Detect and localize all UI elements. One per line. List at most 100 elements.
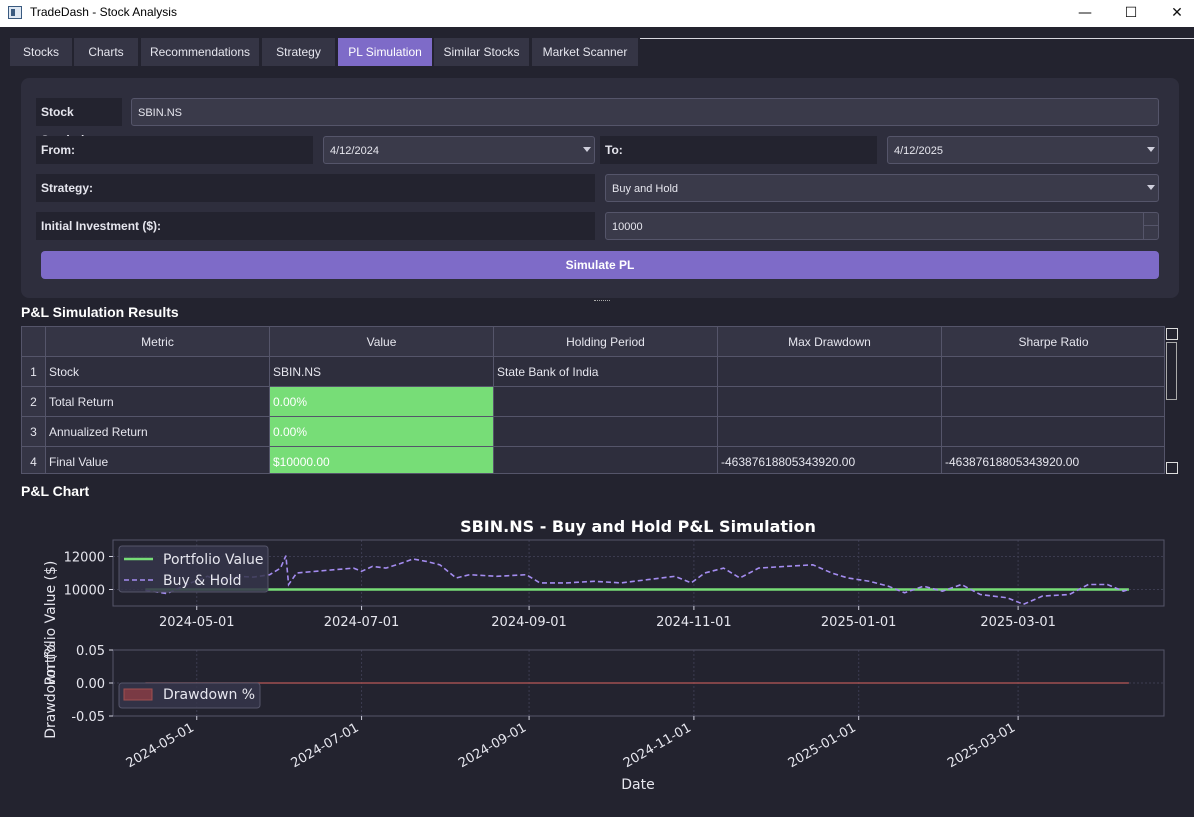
x-axis-label: Date (621, 777, 654, 793)
scroll-up-button[interactable] (1166, 328, 1178, 340)
table-cell[interactable]: Final Value (46, 447, 270, 473)
row-number[interactable]: 4 (22, 447, 46, 473)
x-tick-label: 2024-11-01 (621, 720, 694, 771)
table-cell[interactable] (494, 417, 718, 447)
chart-section-title: P&L Chart (21, 483, 90, 499)
column-header[interactable]: Value (270, 327, 494, 357)
strategy-select[interactable]: Buy and Hold (605, 174, 1159, 202)
y-tick-label: 0.05 (76, 644, 105, 659)
column-header[interactable]: Holding Period (494, 327, 718, 357)
table-cell-highlight[interactable]: 0.00% (270, 387, 494, 417)
table-cell[interactable]: Total Return (46, 387, 270, 417)
top-plot-frame (112, 539, 1165, 607)
splitter-handle[interactable] (594, 300, 610, 303)
x-tick-label: 2024-07-01 (289, 720, 362, 771)
table-cell[interactable] (942, 417, 1164, 447)
minimize-button[interactable]: — (1062, 0, 1108, 27)
x-tick-label: 2024-07-01 (324, 615, 400, 630)
corner-cell[interactable] (22, 327, 46, 357)
maximize-button[interactable]: ☐ (1108, 0, 1154, 27)
table-cell[interactable] (942, 387, 1164, 417)
y-axis-label-bottom: Drawdown (% (43, 641, 59, 739)
close-button[interactable]: ✕ (1154, 0, 1194, 27)
chevron-down-icon[interactable] (1144, 137, 1158, 163)
table-cell[interactable]: State Bank of India (494, 357, 718, 387)
x-tick-label: 2024-05-01 (159, 615, 235, 630)
symbol-input[interactable]: SBIN.NS (131, 98, 1159, 126)
from-label: From: (36, 136, 313, 164)
tab-strategy[interactable]: Strategy (262, 38, 335, 66)
row-number[interactable]: 1 (22, 357, 46, 387)
legend-portfolio-value: Portfolio Value (163, 552, 264, 568)
x-tick-label: 2024-09-01 (491, 615, 567, 630)
y-tick-label: 0.00 (76, 677, 105, 692)
y-tick-label: 12000 (64, 551, 105, 566)
tab-similar-stocks[interactable]: Similar Stocks (434, 38, 529, 66)
from-date-picker[interactable]: 4/12/2024 (323, 136, 595, 164)
results-title: P&L Simulation Results (21, 304, 179, 320)
tab-charts[interactable]: Charts (74, 38, 138, 66)
investment-label: Initial Investment ($): (36, 212, 595, 240)
top-yticks: 10000 12000 (64, 551, 113, 599)
table-cell[interactable]: SBIN.NS (270, 357, 494, 387)
to-label: To: (600, 136, 877, 164)
scroll-down-button[interactable] (1166, 462, 1178, 474)
chart-title: SBIN.NS - Buy and Hold P&L Simulation (460, 517, 816, 536)
investment-value: 10000 (612, 221, 643, 233)
x-tick-label: 2024-09-01 (456, 720, 529, 771)
table-cell-highlight[interactable]: 0.00% (270, 417, 494, 447)
bottom-legend: Drawdown % (118, 682, 261, 709)
table-scrollbar[interactable] (1165, 326, 1179, 474)
top-grid (113, 540, 1164, 606)
x-tick-label: 2024-05-01 (124, 720, 197, 771)
legend-drawdown: Drawdown % (163, 687, 255, 703)
tab-stocks[interactable]: Stocks (10, 38, 72, 66)
column-header[interactable]: Sharpe Ratio (942, 327, 1164, 357)
table-cell[interactable] (942, 357, 1164, 387)
bottom-yticks: -0.05 0.00 0.05 (71, 644, 113, 725)
y-tick-label: 10000 (64, 584, 105, 599)
from-date-value: 4/12/2024 (330, 145, 379, 157)
top-series (145, 555, 1130, 606)
table-cell[interactable]: Stock (46, 357, 270, 387)
window-title: TradeDash - Stock Analysis (30, 5, 177, 19)
symbol-label: Stock Symbol: (36, 98, 122, 147)
simulate-pl-button[interactable]: Simulate PL (41, 251, 1159, 279)
title-bar: TradeDash - Stock Analysis — ☐ ✕ (0, 0, 1194, 27)
legend-swatch-drawdown (123, 688, 153, 701)
tab-bar: Stocks Charts Recommendations Strategy P… (0, 27, 1194, 67)
spin-arrows-icon[interactable] (1143, 213, 1158, 239)
series-buy-hold (145, 555, 1130, 606)
table-cell[interactable] (718, 357, 942, 387)
strategy-value: Buy and Hold (612, 183, 679, 195)
chevron-down-icon[interactable] (580, 137, 594, 163)
x-tick-label: 2025-03-01 (945, 720, 1018, 771)
table-cell[interactable]: -46387618805343920.00 (942, 447, 1164, 473)
results-table: Metric Value Holding Period Max Drawdown… (21, 326, 1165, 474)
x-tick-label: 2024-11-01 (656, 615, 732, 630)
row-number[interactable]: 2 (22, 387, 46, 417)
app-icon (8, 6, 22, 19)
table-cell[interactable] (494, 387, 718, 417)
to-date-value: 4/12/2025 (894, 145, 943, 157)
x-tick-label: 2025-01-01 (821, 615, 897, 630)
to-date-picker[interactable]: 4/12/2025 (887, 136, 1159, 164)
table-cell[interactable]: Annualized Return (46, 417, 270, 447)
tab-pl-simulation[interactable]: PL Simulation (338, 38, 432, 66)
investment-spinbox[interactable]: 10000 (605, 212, 1159, 240)
tab-recommendations[interactable]: Recommendations (141, 38, 259, 66)
top-legend: Portfolio Value Buy & Hold (118, 545, 269, 593)
table-cell-highlight[interactable]: $10000.00 (270, 447, 494, 473)
table-cell[interactable] (494, 447, 718, 473)
legend-buy-hold: Buy & Hold (163, 573, 241, 589)
tab-market-scanner[interactable]: Market Scanner (532, 38, 638, 66)
table-cell[interactable] (718, 387, 942, 417)
y-tick-label: -0.05 (71, 710, 105, 725)
scroll-thumb[interactable] (1166, 342, 1177, 400)
column-header[interactable]: Metric (46, 327, 270, 357)
table-cell[interactable]: -46387618805343920.00 (718, 447, 942, 473)
column-header[interactable]: Max Drawdown (718, 327, 942, 357)
chevron-down-icon[interactable] (1144, 175, 1158, 201)
row-number[interactable]: 3 (22, 417, 46, 447)
table-cell[interactable] (718, 417, 942, 447)
